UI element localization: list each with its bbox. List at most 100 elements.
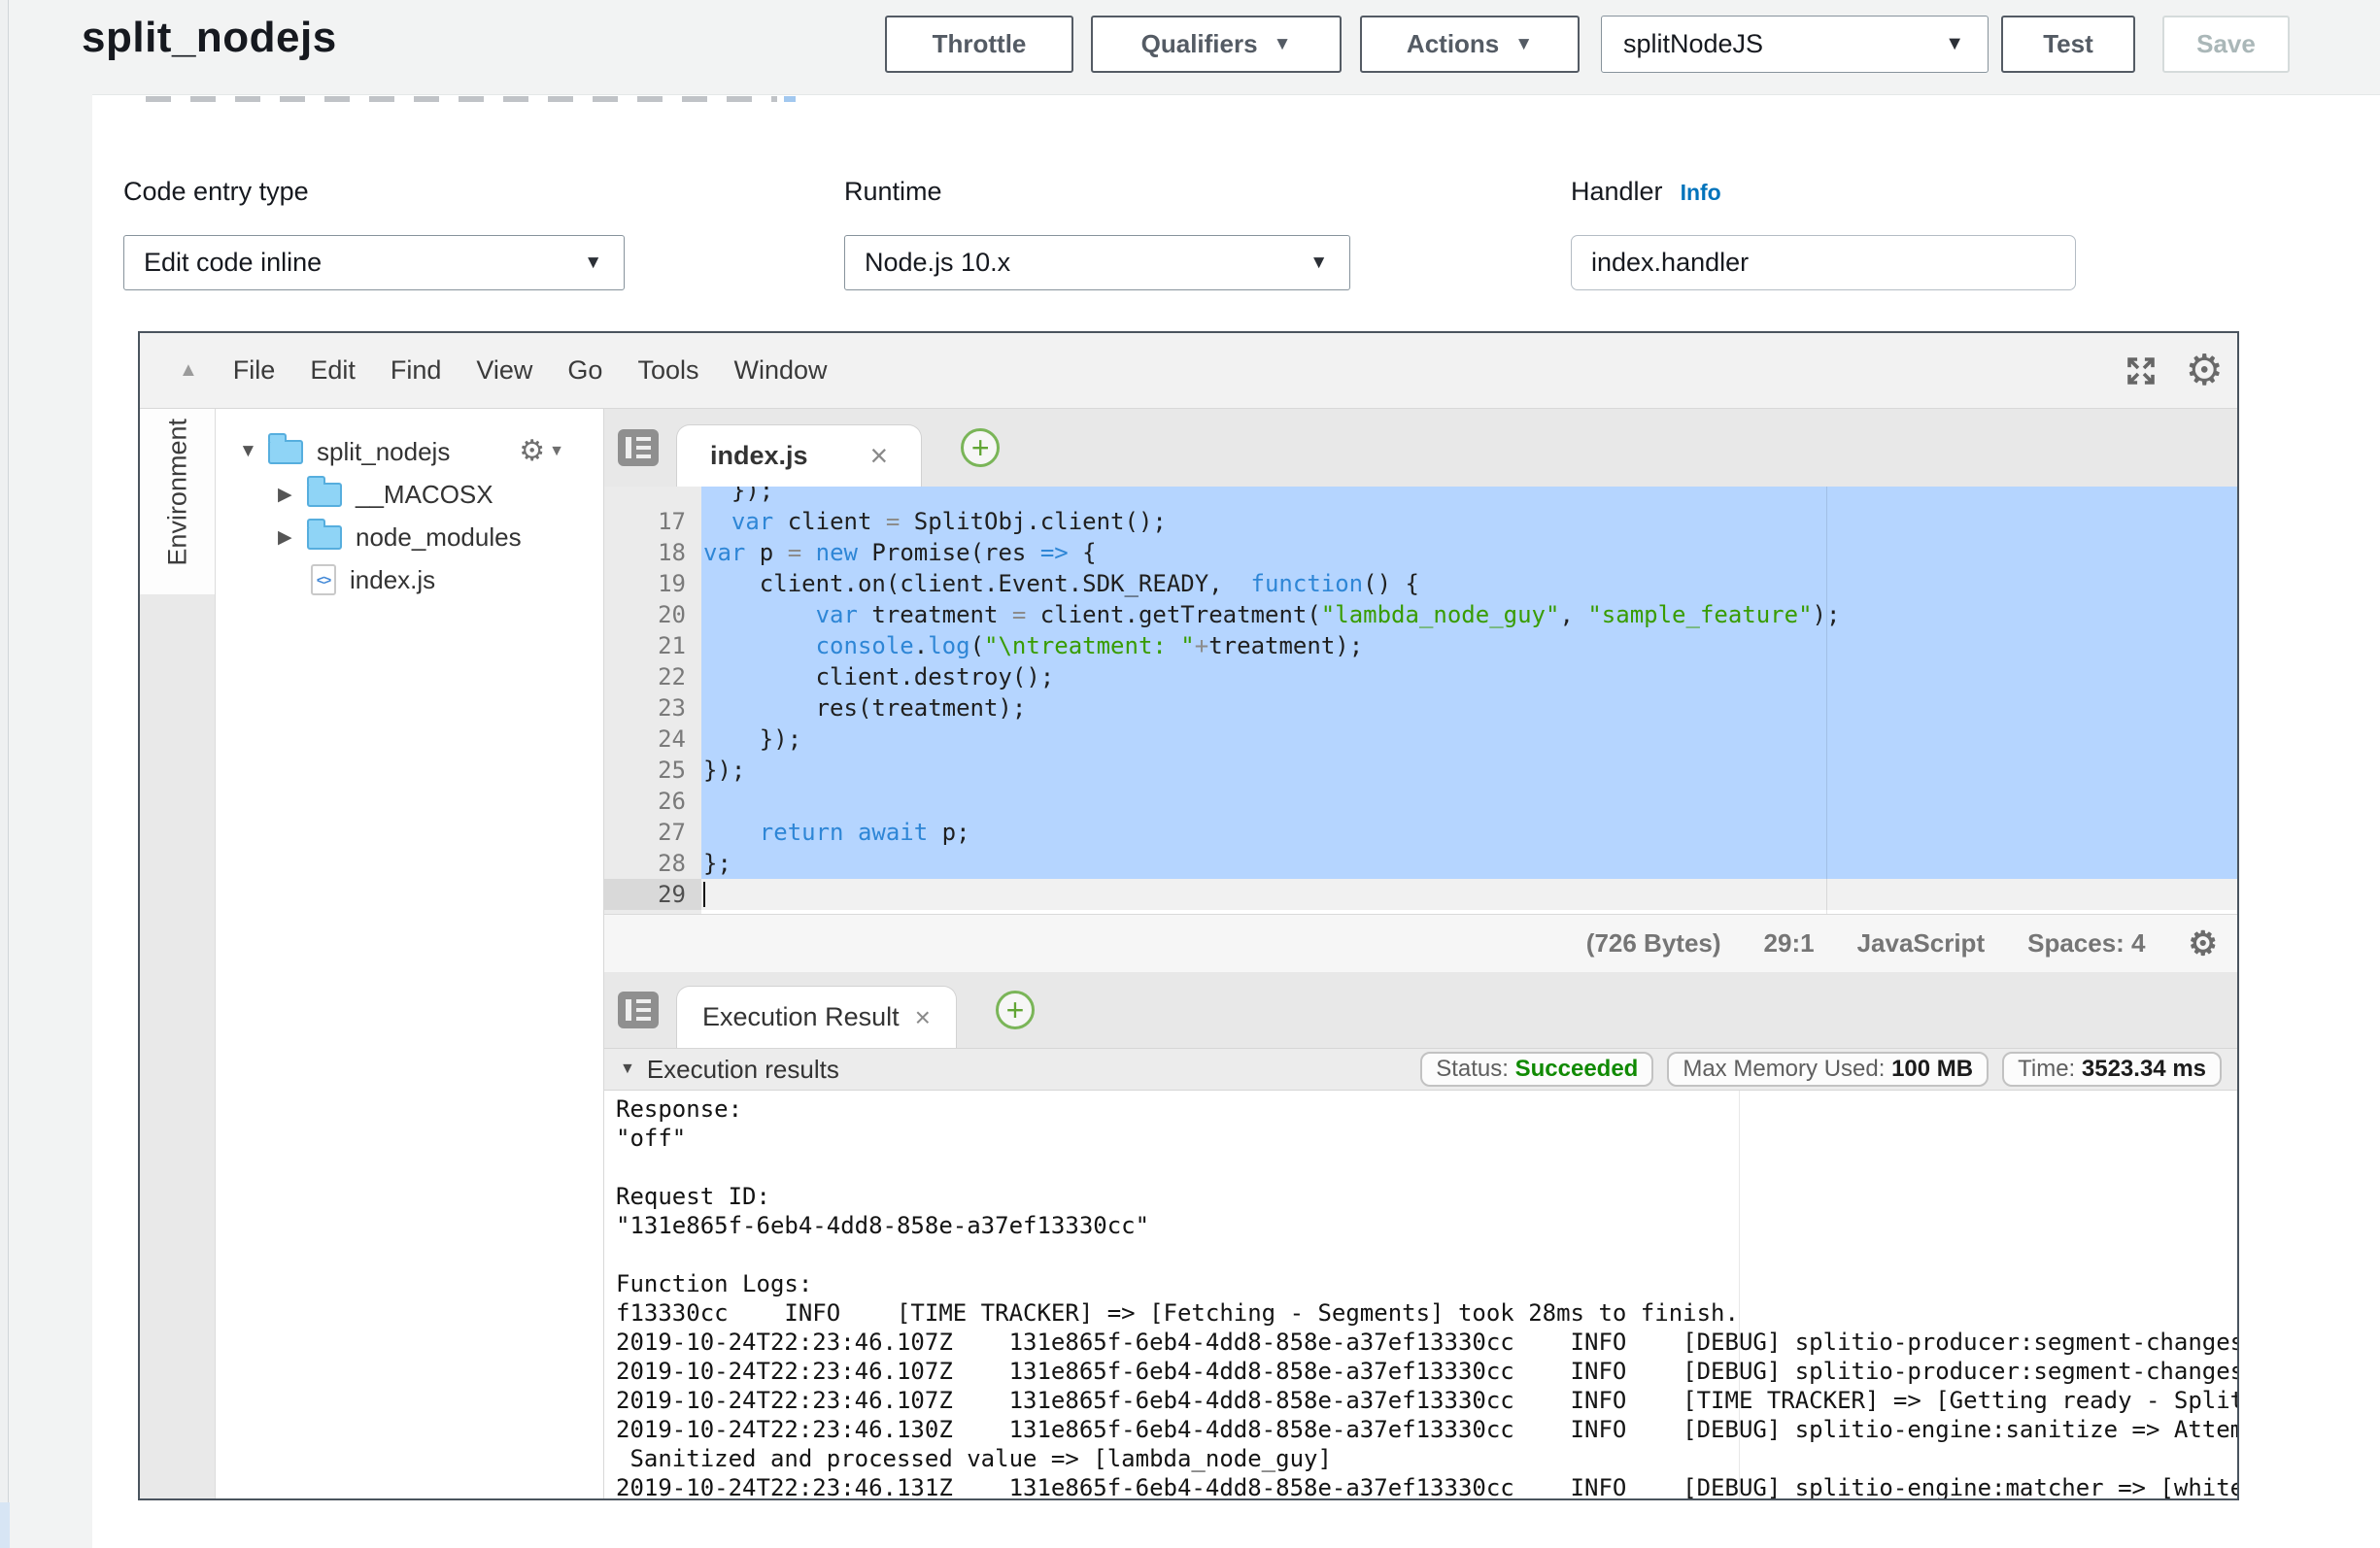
code-line[interactable] [701,786,2237,817]
code-line[interactable]: client.destroy(); [701,661,2237,692]
code-line[interactable]: console.log("\ntreatment: "+treatment); [701,630,2237,661]
log-line [616,1240,2237,1269]
language-mode[interactable]: JavaScript [1857,928,1986,959]
execution-results-header[interactable]: ▼ Execution results Status: SucceededMax… [604,1048,2237,1091]
chevron-down-icon: ▼ [1274,34,1292,55]
runtime-label: Runtime [844,177,942,207]
code-line[interactable]: var client = SplitObj.client(); [701,506,2237,537]
handler-label: Handler Info [1571,177,1721,207]
status-badge: Time: 3523.34 ms [2002,1052,2222,1087]
test-button-label: Test [2043,29,2093,59]
log-line: 2019-10-24T22:23:46.107Z 131e865f-6eb4-4… [616,1386,2237,1415]
code-line[interactable]: var p = new Promise(res => { [701,537,2237,568]
close-tab-icon[interactable]: × [915,1002,931,1033]
handler-info-link[interactable]: Info [1681,180,1721,205]
fullscreen-icon[interactable] [2124,353,2159,388]
code-line[interactable]: return await p; [701,817,2237,848]
menu-item-find[interactable]: Find [391,355,442,386]
new-tab-plus-icon[interactable]: + [996,991,1035,1029]
editor-settings-gear-icon[interactable]: ⚙ [2186,350,2224,392]
clipped-content-fragment [784,96,796,102]
test-button[interactable]: Test [2001,16,2135,73]
chevron-down-icon: ▼ [584,252,602,274]
menu-item-edit[interactable]: Edit [310,355,356,386]
gutter-line-number: 29 [604,879,701,910]
caret-right-icon[interactable]: ▶ [278,484,307,506]
file-size: (726 Bytes) [1586,928,1721,959]
page-corner-accent [0,1502,10,1548]
code-lines[interactable]: }); var client = SplitObj.client();var p… [701,487,2237,914]
tab-list-icon[interactable] [618,992,659,1028]
close-tab-icon[interactable]: × [870,438,889,474]
save-button[interactable]: Save [2162,16,2290,73]
column-ruler [1739,1091,1740,1498]
folder-icon [307,525,342,550]
editor-pane: index.js × + 17181920212223242526272829 … [604,409,2237,1498]
qualifiers-button[interactable]: Qualifiers ▼ [1091,16,1342,73]
statusbar-settings-gear-icon[interactable]: ⚙ [2189,927,2218,960]
code-line[interactable]: }); [701,724,2237,755]
indent-setting[interactable]: Spaces: 4 [2027,928,2145,959]
actions-button[interactable]: Actions ▼ [1360,16,1580,73]
tab-list-icon[interactable] [618,429,659,466]
caret-down-icon[interactable]: ▼ [239,441,268,462]
editor-menubar: ▲ File Edit Find View Go Tools Window ⚙ [140,333,2237,409]
gutter-line-number: 27 [604,817,701,848]
folder-icon [307,483,342,507]
tree-item-label: index.js [350,565,435,595]
gutter-line-number: 20 [604,599,701,630]
gutter-line-number: 21 [604,630,701,661]
tree-item-indexjs[interactable]: <> index.js [216,558,603,601]
tree-item-node-modules[interactable]: ▶ node_modules [216,516,603,558]
log-line [616,1153,2237,1182]
cursor-position: 29:1 [1764,928,1815,959]
code-entry-type-label: Code entry type [123,177,309,207]
gutter-line-number: 26 [604,786,701,817]
tree-item-macosx[interactable]: ▶ __MACOSX [216,473,603,516]
code-line[interactable]: client.on(client.Event.SDK_READY, functi… [701,568,2237,599]
tab-execution-result[interactable]: Execution Result × [676,986,957,1048]
code-line[interactable]: res(treatment); [701,692,2237,724]
new-tab-plus-icon[interactable]: + [961,428,1000,467]
qualifiers-button-label: Qualifiers [1141,29,1258,59]
tree-root-split-nodejs[interactable]: ▼ split_nodejs ⚙▼ [216,430,603,473]
tab-label: Execution Result [702,1002,900,1032]
handler-input[interactable] [1571,235,2076,290]
code-editing-area[interactable]: 17181920212223242526272829 }); var clien… [604,487,2237,914]
tree-root-label: split_nodejs [317,437,450,467]
log-line: Function Logs: [616,1269,2237,1298]
chevron-down-icon: ▼ [1309,252,1328,274]
tab-label: index.js [710,441,808,471]
menu-item-window[interactable]: Window [733,355,827,386]
log-line: "131e865f-6eb4-4dd8-858e-a37ef13330cc" [616,1211,2237,1240]
menu-item-tools[interactable]: Tools [637,355,698,386]
collapse-panel-icon[interactable]: ▲ [179,359,198,382]
caret-right-icon[interactable]: ▶ [278,526,307,549]
code-line[interactable]: }; [701,848,2237,879]
execution-results-title: Execution results [647,1055,839,1085]
code-line[interactable]: }); [701,755,2237,786]
runtime-select[interactable]: Node.js 10.x ▼ [844,235,1350,290]
runtime-value: Node.js 10.x [865,248,1010,278]
tree-settings-gear-icon[interactable]: ⚙▼ [519,437,564,466]
code-entry-type-value: Edit code inline [144,248,322,278]
code-line[interactable]: var treatment = client.getTreatment("lam… [701,599,2237,630]
test-event-select[interactable]: splitNodeJS ▼ [1601,16,1989,73]
tab-indexjs[interactable]: index.js × [676,424,922,487]
chevron-down-icon: ▼ [1514,34,1533,55]
code-line[interactable] [701,879,2237,910]
menu-item-go[interactable]: Go [567,355,602,386]
column-ruler [1826,487,1827,914]
text-cursor [703,882,705,907]
handler-label-text: Handler [1571,177,1663,206]
environment-sidebar[interactable]: Environment [140,409,216,1498]
menu-item-view[interactable]: View [476,355,532,386]
code-entry-type-select[interactable]: Edit code inline ▼ [123,235,625,290]
throttle-button[interactable]: Throttle [885,16,1073,73]
gutter-line-number [604,487,701,506]
code-line[interactable]: }); [701,487,2237,506]
log-line: Response: [616,1094,2237,1124]
menu-item-file[interactable]: File [233,355,276,386]
execution-log-pane[interactable]: Response:"off" Request ID:"131e865f-6eb4… [604,1091,2237,1498]
caret-down-icon[interactable]: ▼ [620,1060,635,1078]
